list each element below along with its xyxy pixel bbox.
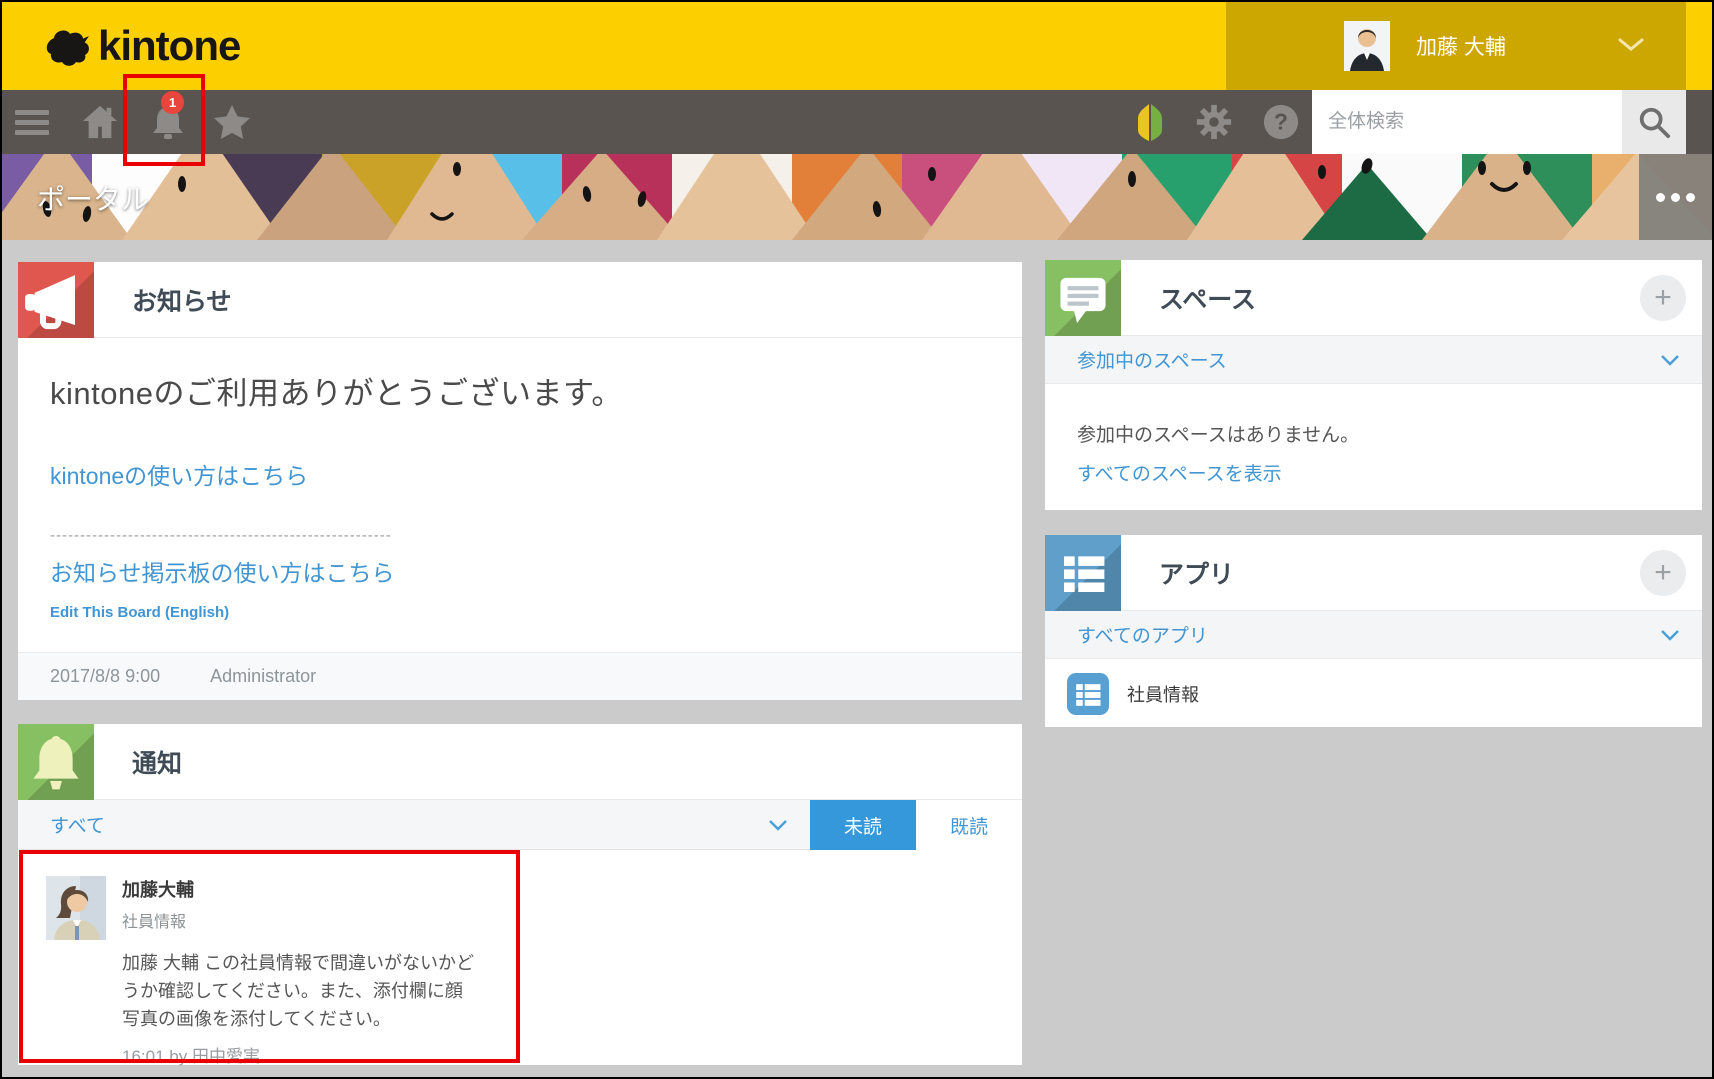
dot-icon — [1686, 193, 1695, 202]
notification-sender-name: 加藤大輔 — [122, 876, 482, 902]
filter-selected-value: すべて — [50, 811, 105, 838]
search-input[interactable] — [1312, 90, 1622, 154]
kintone-cloud-icon — [40, 24, 92, 68]
top-bar: kintone 加藤 大輔 — [2, 2, 1712, 90]
notification-time-author: 16:01 by 田中愛実 — [122, 1042, 482, 1067]
global-search — [1312, 90, 1686, 154]
notification-item[interactable]: 加藤大輔 社員情報 加藤 大輔 この社員情報で間違いがないかどうか確認してくださ… — [18, 850, 1022, 1067]
add-app-button[interactable]: + — [1640, 550, 1686, 596]
kintone-logo[interactable]: kintone — [40, 16, 240, 76]
chevron-down-icon — [1660, 354, 1680, 366]
user-dropdown-caret-icon — [1618, 38, 1644, 52]
announcement-date: 2017/8/8 9:00 — [50, 666, 160, 687]
kintone-portal-screen: kintone 加藤 大輔 — [0, 0, 1714, 1079]
apps-header: アプリ + — [1045, 535, 1702, 611]
app-list-icon — [1045, 535, 1121, 611]
joined-spaces-label: 参加中のスペース — [1077, 346, 1227, 373]
user-avatar — [1344, 21, 1390, 71]
settings-gear-icon[interactable] — [1192, 90, 1236, 154]
notification-count-badge: 1 — [161, 91, 184, 114]
announcement-heading: kintoneのご利用ありがとうございます。 — [50, 368, 988, 413]
show-all-spaces-link[interactable]: すべてのスペースを表示 — [1077, 459, 1282, 486]
pencils-photo — [2, 154, 1712, 240]
help-icon[interactable]: ? — [1259, 90, 1303, 154]
user-menu[interactable]: 加藤 大輔 — [1226, 2, 1686, 90]
apps-title: アプリ — [1159, 555, 1234, 591]
svg-text:?: ? — [1274, 109, 1288, 135]
app-icon — [1067, 673, 1109, 715]
announcement-title: お知らせ — [132, 282, 232, 318]
notification-sender-avatar — [46, 876, 106, 940]
spaces-header: スペース + — [1045, 260, 1702, 336]
menu-hamburger-icon[interactable] — [10, 90, 54, 154]
all-apps-toggle[interactable]: すべてのアプリ — [1045, 611, 1702, 659]
user-name: 加藤 大輔 — [1416, 31, 1506, 61]
notifications-header: 通知 — [18, 724, 1022, 800]
divider-dashes: ----------------------------------------… — [50, 527, 988, 544]
announcement-footer: 2017/8/8 9:00 Administrator — [18, 652, 1022, 700]
kintone-usage-link[interactable]: kintoneの使い方はこちら — [50, 457, 308, 491]
notifications-widget: 通知 すべて 未読 既読 — [18, 724, 1022, 1065]
spaces-widget: スペース + 参加中のスペース 参加中のスペースはありません。 すべてのスペース… — [1045, 260, 1702, 510]
portal-title: ポータル — [37, 178, 149, 218]
dot-icon — [1656, 193, 1665, 202]
dot-icon — [1671, 193, 1680, 202]
spaces-empty-text: 参加中のスペースはありません。 — [1077, 420, 1702, 447]
search-icon — [1637, 105, 1671, 139]
notification-app-name: 社員情報 — [122, 908, 482, 932]
notification-message: 加藤 大輔 この社員情報で間違いがないかどうか確認してください。また、添付欄に顔… — [122, 950, 474, 1034]
spaces-body: 参加中のスペースはありません。 すべてのスペースを表示 — [1045, 384, 1702, 486]
bell-widget-icon — [18, 724, 94, 800]
joined-spaces-toggle[interactable]: 参加中のスペース — [1045, 336, 1702, 384]
announcement-body: kintoneのご利用ありがとうございます。 kintoneの使い方はこちら -… — [18, 338, 1022, 621]
notifications-filter-dropdown[interactable]: すべて — [18, 800, 810, 849]
tab-unread[interactable]: 未読 — [810, 800, 916, 850]
search-button[interactable] — [1622, 90, 1686, 154]
edit-board-link[interactable]: Edit This Board (English) — [50, 604, 988, 621]
notifications-title: 通知 — [132, 744, 182, 780]
announcement-author: Administrator — [210, 666, 316, 687]
notifications-filter-row: すべて 未読 既読 — [18, 800, 1022, 850]
home-icon[interactable] — [78, 90, 122, 154]
announcement-header: お知らせ — [18, 262, 1022, 338]
beginner-guide-icon[interactable] — [1128, 90, 1172, 154]
global-nav-bar: 1 — [2, 90, 1712, 154]
chevron-down-icon — [1660, 629, 1680, 641]
apps-widget: アプリ + すべてのアプリ 社員情報 — [1045, 535, 1702, 727]
megaphone-icon — [18, 262, 94, 338]
speech-bubble-icon — [1045, 260, 1121, 336]
portal-cover-image: ポータル — [2, 154, 1712, 240]
notification-content: 加藤大輔 社員情報 加藤 大輔 この社員情報で間違いがないかどうか確認してくださ… — [122, 876, 482, 1067]
app-item-employee-info[interactable]: 社員情報 — [1045, 659, 1702, 715]
app-item-label: 社員情報 — [1127, 681, 1199, 707]
all-apps-label: すべてのアプリ — [1077, 621, 1208, 648]
announcement-widget: お知らせ kintoneのご利用ありがとうございます。 kintoneの使い方は… — [18, 262, 1022, 700]
logo-text: kintone — [98, 22, 240, 70]
favorites-star-icon[interactable] — [210, 90, 254, 154]
board-usage-link[interactable]: お知らせ掲示板の使い方はこちら — [50, 554, 395, 588]
spaces-title: スペース — [1159, 280, 1256, 316]
tab-read[interactable]: 既読 — [916, 800, 1022, 850]
add-space-button[interactable]: + — [1640, 275, 1686, 321]
chevron-down-icon — [768, 819, 788, 831]
portal-options-button[interactable] — [1639, 154, 1712, 240]
